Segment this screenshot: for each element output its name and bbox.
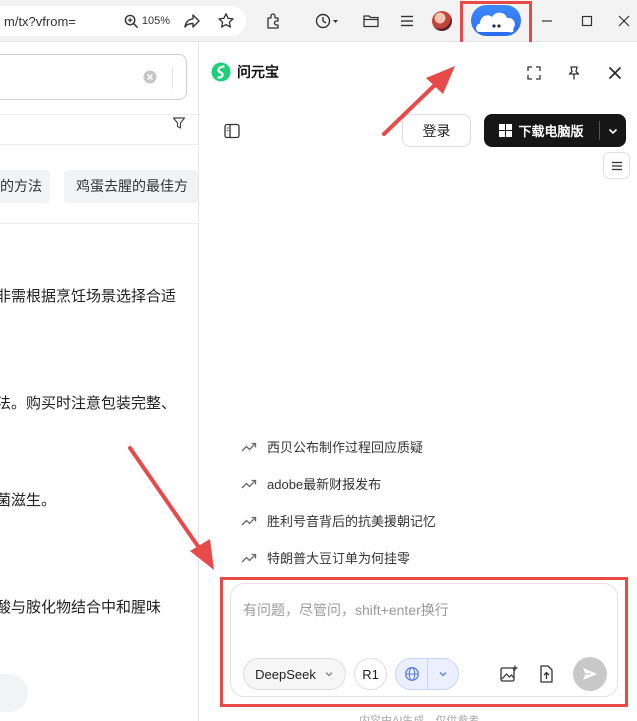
yuanbao-logo-icon <box>211 62 231 82</box>
highlight-box-launcher <box>460 1 532 46</box>
screen: m/tx?vfrom= 105% 的方法 鸡蛋去腥的最佳方 非需根据烹饪场景选择… <box>0 0 637 721</box>
windows-icon <box>499 124 513 137</box>
result-text-line: 菌滋生。 <box>0 492 57 509</box>
download-options-dropdown[interactable] <box>600 125 626 137</box>
chip-label: 的方法 <box>0 178 42 194</box>
suggestion-text: adobe最新财报发布 <box>267 477 382 492</box>
window-close-icon[interactable] <box>612 9 636 33</box>
trending-icon <box>241 442 257 451</box>
related-search-chip[interactable]: 鸡蛋去腥的最佳方 <box>64 170 198 203</box>
suggestion-text: 西贝公布制作过程回应质疑 <box>267 440 424 455</box>
hamburger-menu-icon[interactable] <box>395 9 419 33</box>
divider <box>0 114 198 115</box>
suggestion-text: 胜利号音背后的抗美援朝记忆 <box>267 514 437 529</box>
chip-label: 鸡蛋去腥的最佳方 <box>76 178 188 194</box>
address-bar[interactable]: m/tx?vfrom= 105% <box>0 6 246 36</box>
suggestion-text: 特朗普大豆订单为何挂零 <box>267 551 411 566</box>
list-menu-icon <box>611 161 622 170</box>
profile-avatar[interactable] <box>432 11 452 31</box>
fullscreen-icon[interactable] <box>522 61 546 85</box>
highlight-box-composer <box>220 577 628 707</box>
filter-icon[interactable] <box>172 116 186 130</box>
download-label: 下载电脑版 <box>518 124 584 139</box>
related-search-chip[interactable]: 的方法 <box>0 170 50 203</box>
trending-icon <box>241 516 257 525</box>
extensions-icon[interactable] <box>262 9 286 33</box>
download-desktop-button[interactable]: 下载电脑版 <box>484 114 626 147</box>
zoom-indicator[interactable]: 105% <box>124 14 170 29</box>
zoom-icon <box>124 14 138 28</box>
minimize-icon[interactable] <box>535 9 559 33</box>
panel-brand: 问元宝 <box>211 62 279 82</box>
favorite-star-icon[interactable] <box>214 9 238 33</box>
panel-close-icon[interactable] <box>603 61 627 85</box>
download-main[interactable]: 下载电脑版 <box>484 121 599 140</box>
pin-icon[interactable] <box>562 61 586 85</box>
share-icon[interactable] <box>180 9 204 33</box>
result-text-line: 法。购买时注意包装完整、 <box>0 395 177 412</box>
result-text-line: 酸与胺化物结合中和腥味 <box>0 599 162 616</box>
trending-icon <box>241 553 257 562</box>
sidebar-toggle-icon[interactable] <box>220 119 244 143</box>
suggestion-item[interactable]: 西贝公布制作过程回应质疑 <box>241 437 423 456</box>
zoom-value: 105% <box>141 15 170 27</box>
chevron-down-icon <box>608 128 618 134</box>
result-text-line: 非需根据烹饪场景选择合适 <box>0 288 177 305</box>
folder-icon[interactable] <box>359 9 383 33</box>
divider <box>0 223 198 224</box>
trending-icon <box>241 479 257 488</box>
browser-toolbar: m/tx?vfrom= 105% <box>0 0 637 46</box>
clear-circle-icon[interactable] <box>143 70 157 84</box>
address-text[interactable]: m/tx?vfrom= <box>4 14 124 29</box>
maximize-icon[interactable] <box>575 9 599 33</box>
background-web-page: 的方法 鸡蛋去腥的最佳方 非需根据烹饪场景选择合适 法。购买时注意包装完整、 菌… <box>0 42 198 721</box>
login-button[interactable]: 登录 <box>402 114 471 147</box>
search-divider <box>172 67 173 89</box>
floating-button[interactable] <box>0 674 28 712</box>
login-label: 登录 <box>422 122 451 139</box>
brand-name: 问元宝 <box>237 64 279 80</box>
page-search-input[interactable] <box>0 54 187 100</box>
panel-menu-button[interactable] <box>603 152 630 179</box>
ai-disclaimer: 内容由AI生成，仅供参考 <box>359 715 480 721</box>
suggestion-item[interactable]: 特朗普大豆订单为何挂零 <box>241 548 410 567</box>
suggestion-item[interactable]: 胜利号音背后的抗美援朝记忆 <box>241 511 436 530</box>
history-icon[interactable] <box>312 9 342 33</box>
suggestion-item[interactable]: adobe最新财报发布 <box>241 474 381 493</box>
divider <box>0 144 198 145</box>
